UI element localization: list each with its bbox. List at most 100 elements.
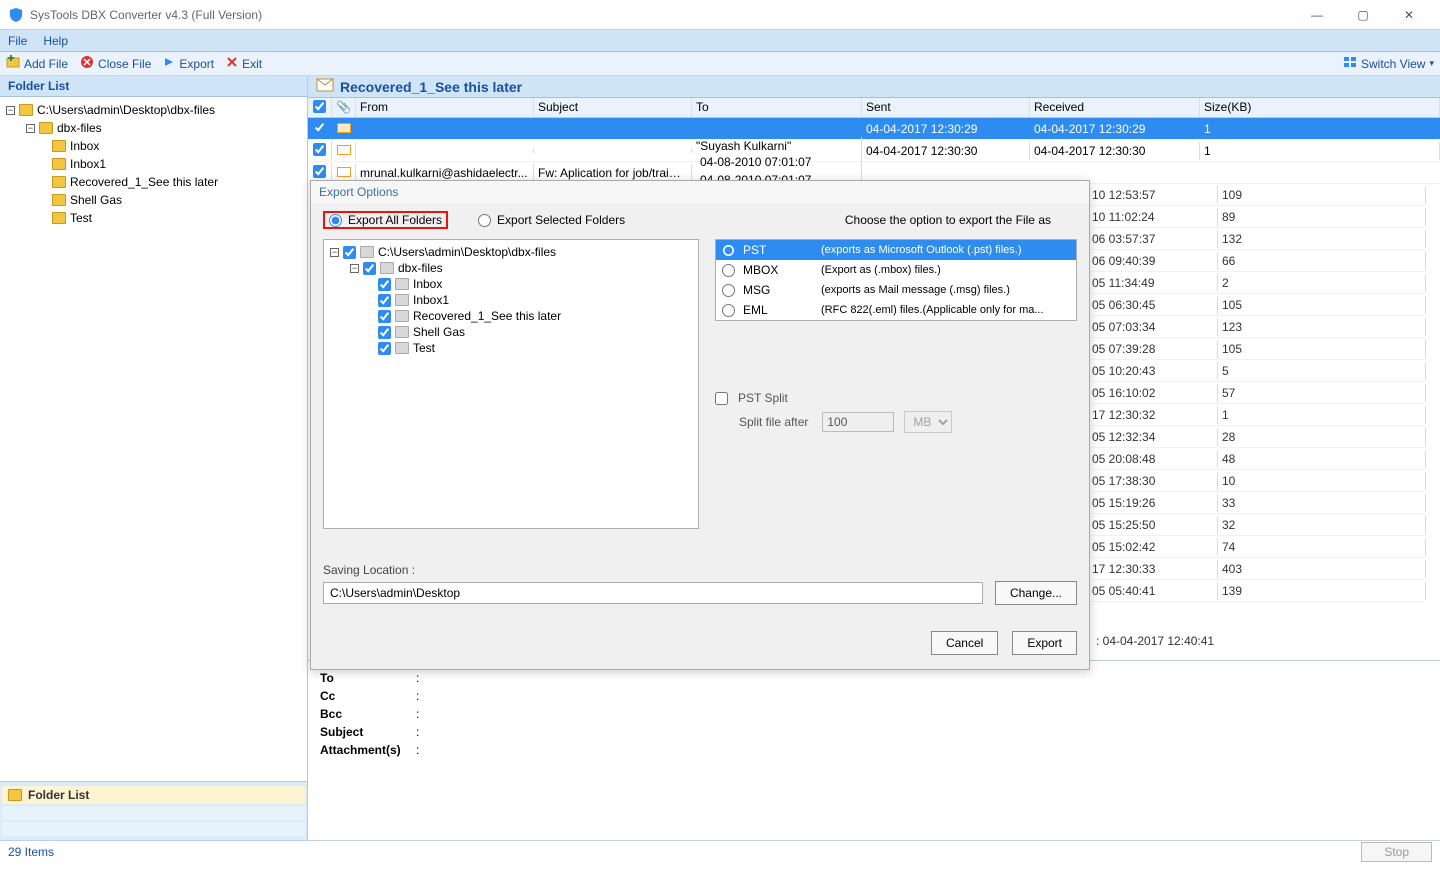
cancel-button[interactable]: Cancel [931, 631, 998, 655]
dialog-tree-item[interactable]: Recovered_1_See this later [413, 309, 561, 323]
attachment-column-icon[interactable]: 📎 [332, 98, 356, 117]
format-option-eml[interactable]: EML(RFC 822(.eml) files.(Applicable only… [716, 300, 1076, 320]
mail-row-partial[interactable]: 05 15:25:5032 [1088, 514, 1426, 536]
mail-row-partial[interactable]: 05 07:39:28105 [1088, 338, 1426, 360]
close-button[interactable]: ✕ [1386, 0, 1432, 30]
format-radio[interactable] [722, 284, 735, 297]
mail-row-partial[interactable]: 06 03:57:37132 [1088, 228, 1426, 250]
dialog-tree-root[interactable]: C:\Users\admin\Desktop\dbx-files [378, 245, 556, 259]
mail-grid-body[interactable]: 04-04-2017 12:30:2904-04-2017 12:30:2910… [308, 118, 1440, 184]
column-from[interactable]: From [356, 98, 534, 117]
tree-dbx[interactable]: dbx-files [57, 119, 102, 137]
tree-checkbox[interactable] [378, 310, 391, 323]
mail-row-partial[interactable]: 05 10:20:435 [1088, 360, 1426, 382]
mail-row-partial[interactable]: 05 16:10:0257 [1088, 382, 1426, 404]
close-file-label: Close File [98, 57, 151, 71]
split-unit-select[interactable]: MB [904, 411, 952, 433]
format-radio[interactable] [722, 264, 735, 277]
dialog-folder-tree[interactable]: − C:\Users\admin\Desktop\dbx-files − dbx-f… [323, 239, 699, 529]
folder-tree[interactable]: −C:\Users\admin\Desktop\dbx-files −dbx-f… [0, 97, 307, 781]
tree-checkbox[interactable] [378, 326, 391, 339]
envelope-icon [337, 123, 351, 133]
column-sent[interactable]: Sent [862, 98, 1030, 117]
cell-size: 33 [1218, 494, 1426, 512]
mail-row-partial[interactable]: 05 06:30:45105 [1088, 294, 1426, 316]
export-button[interactable]: Export [163, 56, 214, 71]
format-radio[interactable] [722, 304, 735, 317]
tree-item[interactable]: Shell Gas [70, 191, 122, 209]
column-subject[interactable]: Subject [534, 98, 692, 117]
tree-collapse-icon[interactable]: − [330, 248, 339, 257]
format-radio[interactable] [722, 244, 735, 257]
format-option-mbox[interactable]: MBOX(Export as (.mbox) files.) [716, 260, 1076, 280]
mail-row-partial[interactable]: 17 12:30:321 [1088, 404, 1426, 426]
dialog-tree-item[interactable]: Inbox [413, 277, 442, 291]
dialog-tree-item[interactable]: Inbox1 [413, 293, 449, 307]
mail-row[interactable]: 04-04-2017 12:30:2904-04-2017 12:30:291 [308, 118, 1440, 140]
stop-button[interactable]: Stop [1361, 842, 1432, 862]
detail-cc-label: Cc [320, 689, 410, 703]
tree-checkbox[interactable] [378, 342, 391, 355]
export-all-radio[interactable] [329, 214, 342, 227]
export-selected-radio[interactable] [478, 214, 491, 227]
mail-row-partial[interactable]: 05 15:02:4274 [1088, 536, 1426, 558]
close-file-button[interactable]: Close File [80, 55, 151, 72]
mail-row[interactable]: 04-04-2017 12:30:3004-04-2017 12:30:301 [308, 140, 1440, 162]
tree-checkbox[interactable] [378, 294, 391, 307]
tree-root[interactable]: C:\Users\admin\Desktop\dbx-files [37, 101, 215, 119]
mail-row-partial[interactable]: 06 09:40:3966 [1088, 250, 1426, 272]
dialog-tree-dbx[interactable]: dbx-files [398, 261, 443, 275]
tree-item[interactable]: Inbox [70, 137, 99, 155]
column-to[interactable]: To [692, 98, 862, 117]
mail-row-partial[interactable]: 05 07:03:34123 [1088, 316, 1426, 338]
sidebar-footer-label: Folder List [28, 788, 89, 802]
menu-file[interactable]: File [8, 34, 27, 48]
switch-view-button[interactable]: Switch View ▾ [1343, 56, 1434, 71]
export-all-option[interactable]: Export All Folders [323, 211, 448, 229]
tree-item[interactable]: Inbox1 [70, 155, 106, 173]
sidebar-footer-button[interactable]: Folder List [2, 786, 305, 804]
mail-row-partial[interactable]: 10 11:02:2489 [1088, 206, 1426, 228]
mail-row-partial[interactable]: 05 17:38:3010 [1088, 470, 1426, 492]
choose-hint: Choose the option to export the File as [845, 213, 1051, 227]
column-received[interactable]: Received [1030, 98, 1200, 117]
change-button[interactable]: Change... [995, 581, 1077, 605]
format-option-pst[interactable]: PST(exports as Microsoft Outlook (.pst) … [716, 240, 1076, 260]
tree-collapse-icon[interactable]: − [350, 264, 359, 273]
cell-size: 1 [1218, 406, 1426, 424]
mail-row-partial[interactable]: 05 05:40:41139 [1088, 580, 1426, 602]
menu-help[interactable]: Help [43, 34, 68, 48]
mail-row-partial[interactable]: 05 20:08:4848 [1088, 448, 1426, 470]
tree-checkbox[interactable] [378, 278, 391, 291]
cell-received: 05 15:19:26 [1088, 494, 1218, 512]
mail-row-partial[interactable]: 05 15:19:2633 [1088, 492, 1426, 514]
mail-row-partial[interactable]: 05 11:34:492 [1088, 272, 1426, 294]
select-all-checkbox[interactable] [313, 100, 326, 113]
mail-row-partial[interactable]: 05 12:32:3428 [1088, 426, 1426, 448]
mail-row-partial[interactable]: 17 12:30:33403 [1088, 558, 1426, 580]
row-checkbox[interactable] [313, 121, 326, 134]
column-size[interactable]: Size(KB) [1200, 98, 1440, 117]
pst-split-checkbox[interactable] [715, 392, 728, 405]
saving-path-input[interactable] [323, 582, 983, 604]
maximize-button[interactable]: ▢ [1340, 0, 1386, 30]
tree-collapse-icon[interactable]: − [26, 124, 35, 133]
export-selected-option[interactable]: Export Selected Folders [472, 211, 631, 229]
tree-checkbox[interactable] [363, 262, 376, 275]
tree-item[interactable]: Recovered_1_See this later [70, 173, 218, 191]
dialog-tree-item[interactable]: Test [413, 341, 435, 355]
row-checkbox[interactable] [313, 165, 326, 178]
tree-checkbox[interactable] [343, 246, 356, 259]
minimize-button[interactable]: — [1294, 0, 1340, 30]
split-value-input[interactable] [822, 412, 894, 432]
add-file-button[interactable]: Add File [6, 55, 68, 72]
format-option-msg[interactable]: MSG(exports as Mail message (.msg) files… [716, 280, 1076, 300]
cell-received: 05 15:25:50 [1088, 516, 1218, 534]
dialog-tree-item[interactable]: Shell Gas [413, 325, 465, 339]
mail-row-partial[interactable]: 10 12:53:57109 [1088, 184, 1426, 206]
dialog-export-button[interactable]: Export [1012, 631, 1077, 655]
row-checkbox[interactable] [313, 143, 326, 156]
tree-item[interactable]: Test [70, 209, 92, 227]
exit-button[interactable]: Exit [226, 56, 262, 71]
tree-collapse-icon[interactable]: − [6, 106, 15, 115]
